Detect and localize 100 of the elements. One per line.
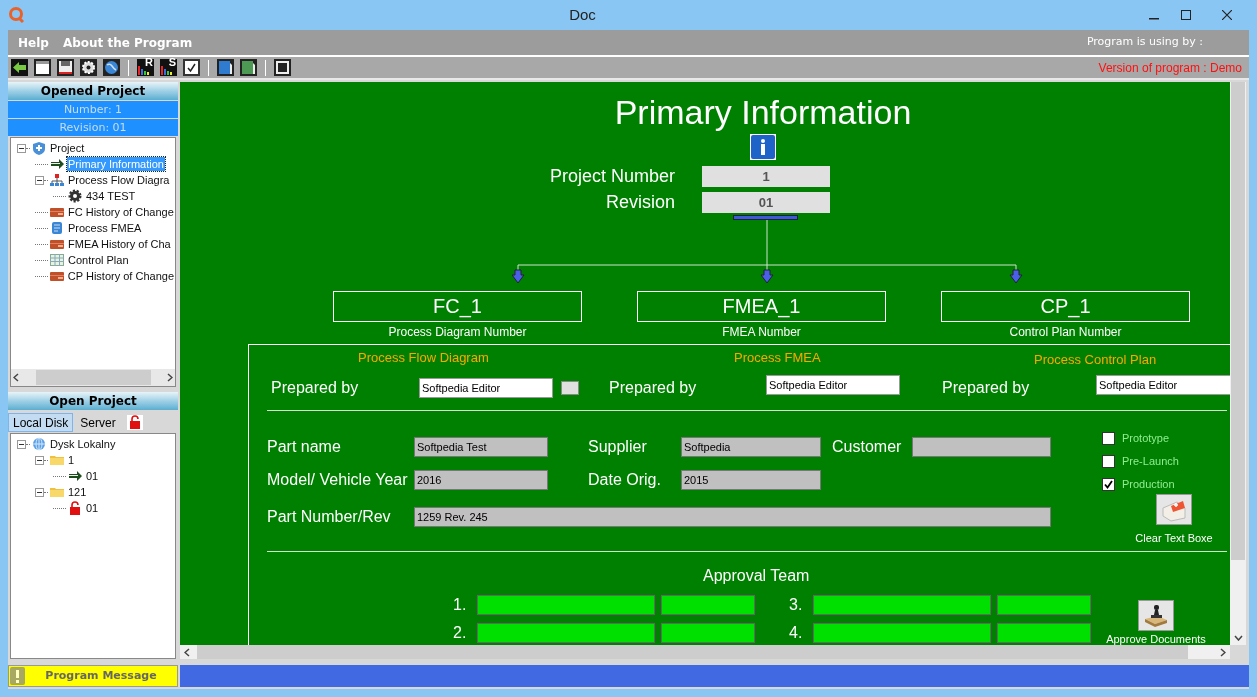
checkbox[interactable] — [1102, 455, 1115, 468]
tab[interactable]: Server — [75, 412, 121, 432]
back-button[interactable] — [11, 59, 28, 76]
member-name-field[interactable] — [813, 594, 991, 615]
gear-button[interactable] — [80, 59, 97, 76]
frame-button[interactable] — [274, 59, 291, 76]
tree-item[interactable]: 121 — [67, 485, 88, 499]
field-label: Prepared by — [942, 378, 1031, 398]
collapse-icon[interactable] — [17, 143, 26, 153]
member-number: 1. — [453, 594, 468, 615]
read-only-field: 1 — [702, 166, 830, 187]
section-heading: Process FMEA — [734, 349, 821, 367]
document-number-box: CP_1 — [941, 291, 1190, 322]
clear-button[interactable] — [1156, 494, 1192, 525]
scrollbar-thumb[interactable] — [35, 370, 151, 385]
field-label: Part name — [267, 437, 342, 457]
info-button[interactable] — [750, 134, 776, 160]
input-field[interactable]: 1259 Rev. 245 — [414, 507, 1051, 527]
tree-item[interactable]: Project — [49, 141, 86, 155]
clear-button-label: Clear Text Boxe — [1135, 531, 1213, 546]
lock-icon — [127, 414, 142, 430]
member-name-field[interactable] — [813, 622, 991, 643]
checkbox[interactable] — [1102, 478, 1115, 491]
tree-item[interactable]: 01 — [85, 469, 100, 483]
folder-icon — [50, 485, 64, 499]
window-button[interactable] — [34, 59, 51, 76]
checkbox-label: Prototype — [1122, 431, 1170, 447]
member-name-field[interactable] — [477, 594, 655, 615]
warning-icon — [10, 667, 25, 685]
approve-button[interactable] — [1138, 599, 1174, 631]
field-label: Customer — [832, 437, 903, 457]
user-info-label: Program is using by : — [1086, 34, 1203, 51]
member-number: 3. — [789, 594, 804, 615]
member-number: 4. — [789, 622, 804, 643]
tree-item[interactable]: 1 — [67, 453, 76, 467]
field-label: Prepared by — [609, 378, 698, 398]
collapse-icon[interactable] — [17, 439, 26, 449]
input-field[interactable]: Softpedia Editor — [1096, 375, 1230, 395]
vertical-scrollbar[interactable] — [1230, 82, 1246, 645]
member-date-field[interactable] — [661, 622, 755, 643]
tree-item[interactable]: CP History of Change — [66, 269, 175, 283]
revision-bar — [733, 215, 798, 220]
scroll-icon — [50, 221, 64, 235]
scroll-right-icon — [1220, 647, 1226, 657]
tree-item[interactable]: Process Flow Diagra — [67, 173, 171, 187]
app-logo-icon — [8, 7, 24, 23]
program-message-label: Program Message — [44, 667, 158, 684]
tree-item[interactable]: Control Plan — [67, 253, 130, 267]
input-field[interactable]: Softpedia — [681, 437, 821, 457]
member-date-field[interactable] — [997, 594, 1091, 615]
scrollbar-thumb[interactable] — [1231, 82, 1245, 560]
maximize-icon — [1181, 10, 1191, 20]
tree-item[interactable]: 434 TEST — [85, 189, 137, 203]
member-date-field[interactable] — [997, 622, 1091, 643]
tree-item[interactable]: 01 — [85, 501, 100, 515]
tree-item[interactable]: Process FMEA — [67, 221, 143, 235]
checklist-button[interactable] — [183, 59, 200, 76]
tree-item[interactable]: Dysk Lokalny — [49, 437, 117, 451]
member-name-field[interactable] — [477, 622, 655, 643]
scroll-left-icon — [13, 373, 19, 382]
chart-tool-button[interactable]: R — [137, 59, 154, 76]
scroll-right-icon — [167, 373, 173, 382]
section-heading: Process Flow Diagram — [358, 349, 489, 367]
checkbox-label: Production — [1122, 477, 1175, 493]
window-icon — [34, 59, 51, 76]
member-date-field[interactable] — [661, 594, 755, 615]
horizontal-scrollbar[interactable] — [11, 369, 175, 386]
input-field[interactable]: Softpedia Editor — [766, 375, 900, 395]
checkbox[interactable] — [1102, 432, 1115, 445]
input-field[interactable]: Softpedia Test — [414, 437, 548, 457]
panel-header: Opened Project — [8, 82, 178, 100]
collapse-icon[interactable] — [35, 455, 44, 465]
globe-button[interactable] — [103, 59, 120, 76]
collapse-icon[interactable] — [35, 487, 44, 497]
history-icon — [50, 237, 64, 251]
project-revision-label: Revision: 01 — [8, 119, 178, 136]
scroll-down-icon — [1233, 635, 1243, 641]
input-field[interactable]: 2016 — [414, 470, 548, 490]
input-field[interactable] — [912, 437, 1051, 457]
history-icon — [50, 205, 64, 219]
globe-icon — [32, 437, 46, 451]
page-button[interactable] — [217, 59, 234, 76]
save-button[interactable] — [57, 59, 74, 76]
checkbox-label: Pre-Launch — [1122, 454, 1179, 470]
field-label: Model/ Vehicle Year — [267, 470, 409, 490]
tree-item[interactable]: FMEA History of Cha — [67, 237, 172, 251]
field-label: Project Number — [548, 166, 675, 187]
lock-button[interactable] — [126, 414, 143, 430]
document-caption: Control Plan Number — [1009, 325, 1122, 339]
chart-tool-button[interactable]: S — [160, 59, 177, 76]
input-field[interactable]: Softpedia Editor — [419, 378, 553, 398]
approve-button-label: Approve Documents — [1106, 632, 1206, 645]
tab[interactable]: Local Disk — [8, 412, 74, 432]
sheet-button[interactable] — [240, 59, 257, 76]
input-field[interactable]: 2015 — [681, 470, 821, 490]
icon-letter: R — [145, 57, 153, 68]
minimize-icon — [1149, 18, 1159, 20]
tree-item[interactable]: FC History of Change — [67, 205, 175, 219]
small-button[interactable] — [561, 381, 579, 395]
collapse-icon[interactable] — [35, 175, 44, 185]
